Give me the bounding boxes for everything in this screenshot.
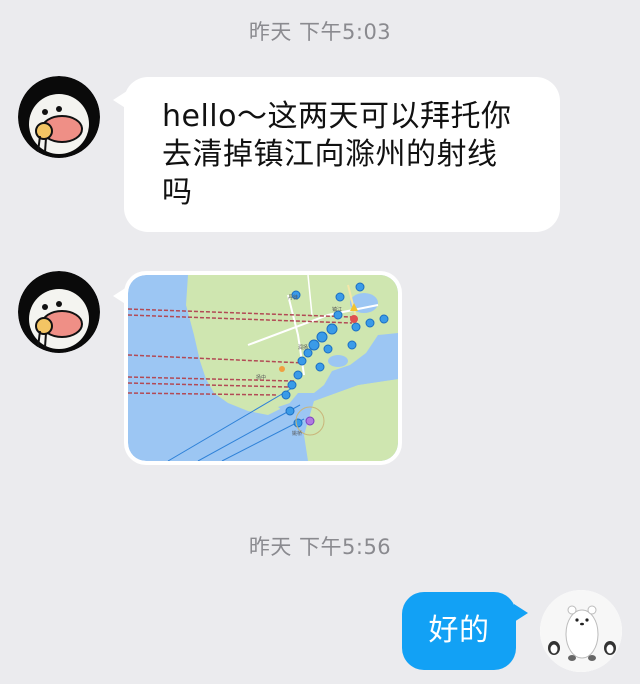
svg-text:姚桥: 姚桥	[292, 430, 302, 437]
my-avatar[interactable]	[540, 590, 622, 672]
bubble-tail	[113, 91, 127, 109]
message-line: hello～这两天可以拜托你	[162, 99, 512, 134]
message-text: 好的	[428, 613, 490, 648]
penguin-avatar-icon	[18, 271, 100, 353]
incoming-message-bubble[interactable]: hello～这两天可以拜托你 去清掉镇江向滁州的射线 吗	[113, 77, 560, 232]
incoming-image-message[interactable]: 丹徒 镇江 润扬 扬中 姚桥	[113, 271, 402, 465]
contact-avatar[interactable]	[18, 271, 100, 353]
message-line: 吗	[162, 175, 193, 210]
message-line: 去清掉镇江向滁州的射线	[162, 137, 498, 172]
bubble-tail	[113, 287, 127, 305]
outgoing-message-bubble[interactable]: 好的	[402, 592, 528, 670]
bubble-tail	[514, 604, 528, 622]
message-text: hello～这两天可以拜托你 去清掉镇江向滁州的射线 吗	[162, 98, 512, 212]
svg-text:丹徒: 丹徒	[288, 294, 298, 301]
contact-avatar[interactable]	[18, 76, 100, 158]
chat-screen: 昨天 下午5:03 hello～这两天可以拜托你 去清掉镇江向滁州的射线 吗 丹…	[0, 0, 640, 684]
svg-text:润扬: 润扬	[298, 344, 308, 351]
timestamp: 昨天 下午5:03	[248, 20, 392, 44]
polar-bear-avatar-icon	[540, 590, 622, 672]
svg-text:扬中: 扬中	[256, 374, 266, 381]
svg-text:镇江: 镇江	[332, 306, 342, 313]
map-image: 丹徒 镇江 润扬 扬中 姚桥	[128, 275, 398, 461]
timestamp: 昨天 下午5:56	[248, 535, 392, 559]
penguin-avatar-icon	[18, 76, 100, 158]
